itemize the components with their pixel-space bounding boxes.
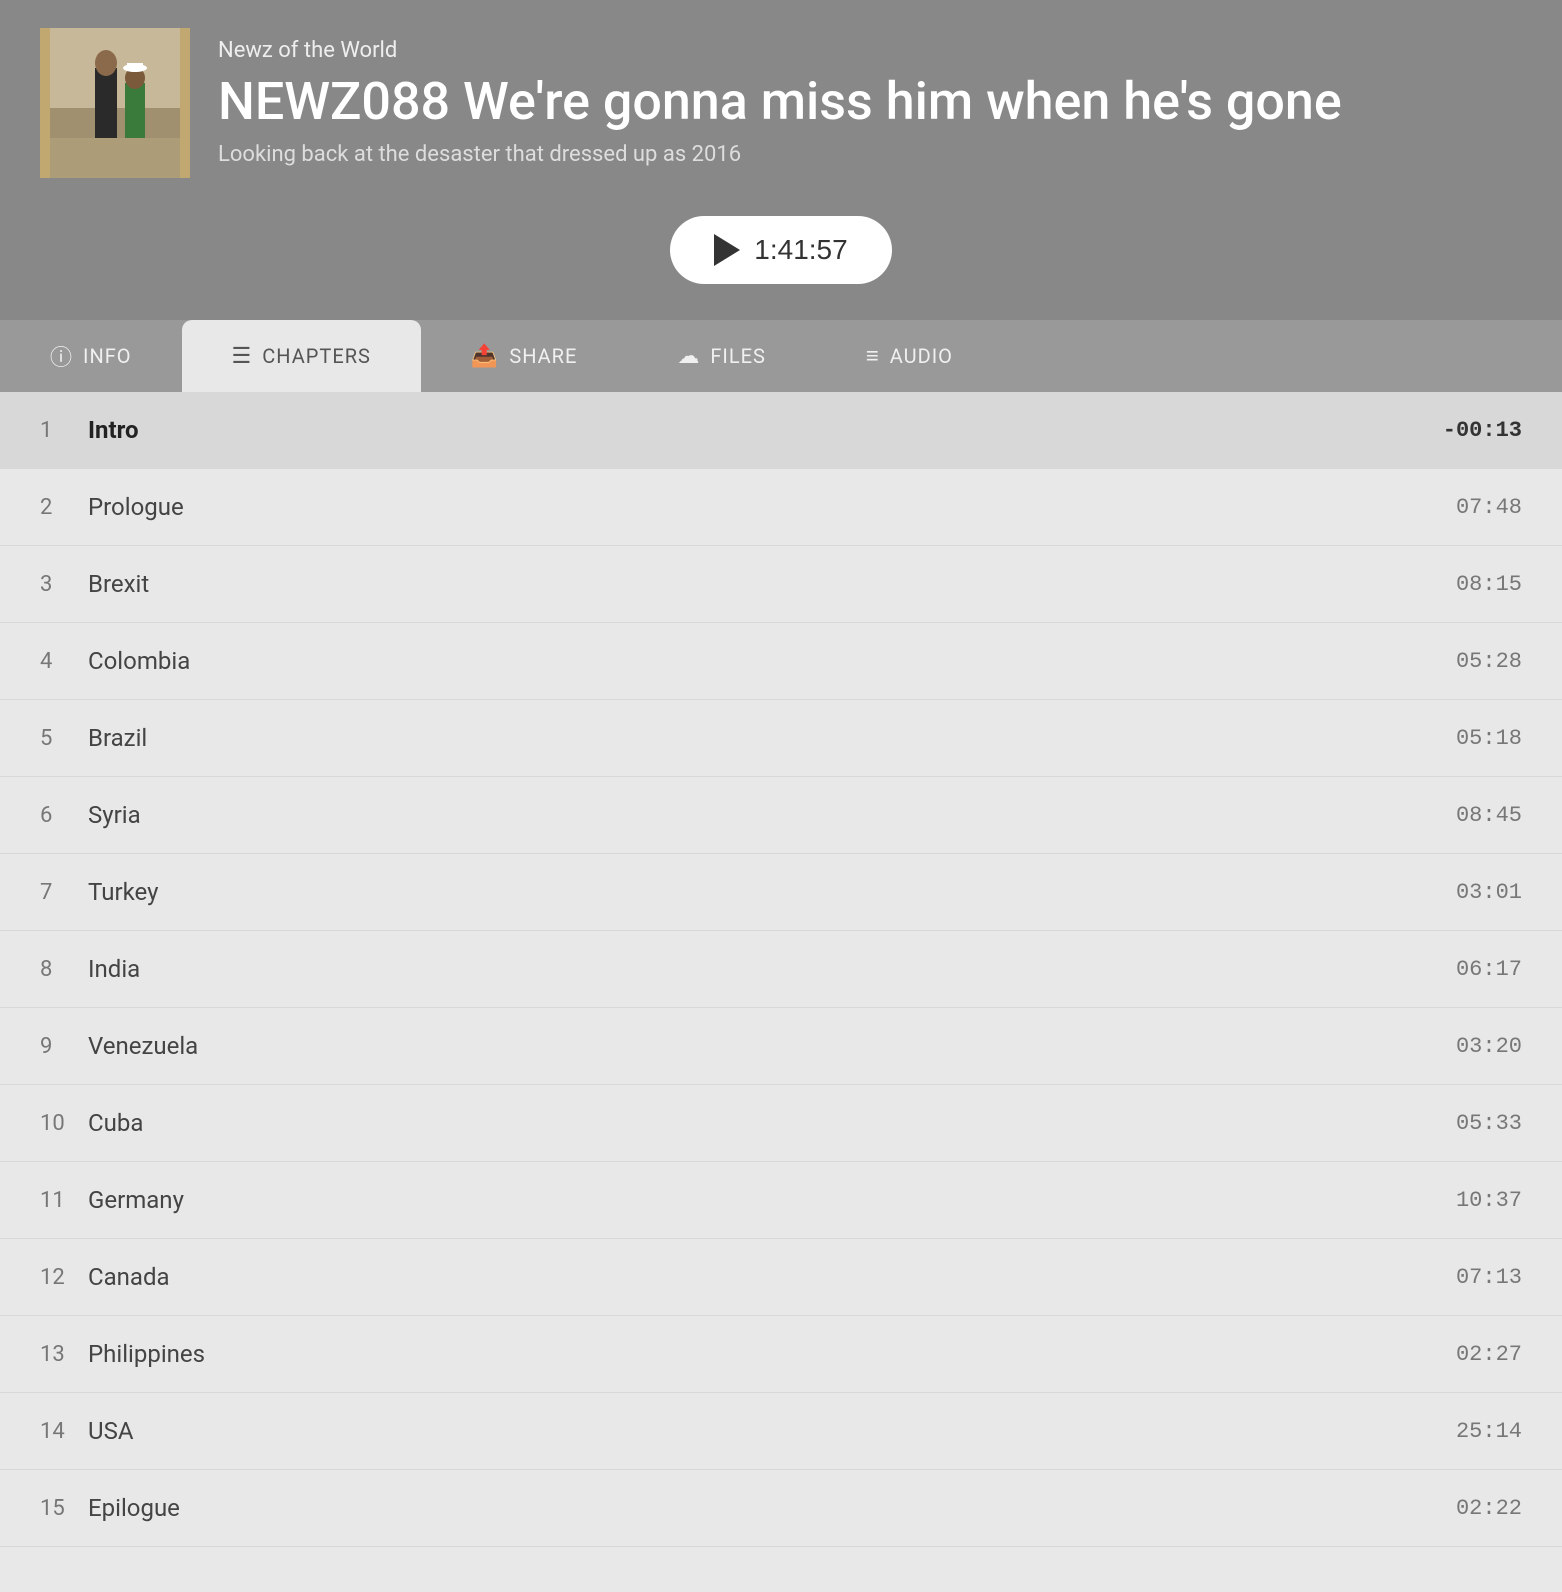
- chapter-name: Canada: [88, 1263, 1456, 1291]
- chapter-time: 08:45: [1456, 803, 1522, 828]
- tab-files[interactable]: ☁ FILES: [627, 320, 816, 392]
- chapter-time: 06:17: [1456, 957, 1522, 982]
- play-button[interactable]: 1:41:57: [670, 216, 891, 284]
- chapter-time: 08:15: [1456, 572, 1522, 597]
- chapter-time: 25:14: [1456, 1419, 1522, 1444]
- chapter-time: 07:48: [1456, 495, 1522, 520]
- podcast-show: Newz of the World: [218, 38, 1342, 63]
- chapter-name: Venezuela: [88, 1032, 1456, 1060]
- play-duration: 1:41:57: [754, 234, 847, 266]
- podcast-title: NEWZ088 We're gonna miss him when he's g…: [218, 73, 1342, 130]
- chapter-item[interactable]: 10Cuba05:33: [0, 1085, 1562, 1162]
- chapter-time: 07:13: [1456, 1265, 1522, 1290]
- tab-info[interactable]: ⓘ INFO: [0, 320, 182, 392]
- tab-chapters-label: CHAPTERS: [262, 344, 371, 368]
- chapter-name: Brexit: [88, 570, 1456, 598]
- chapter-time: 05:33: [1456, 1111, 1522, 1136]
- tab-share-label: SHARE: [509, 344, 577, 368]
- chapter-number: 3: [40, 572, 88, 597]
- chapter-item[interactable]: 7Turkey03:01: [0, 854, 1562, 931]
- chapter-item[interactable]: 6Syria08:45: [0, 777, 1562, 854]
- tabs-bar: ⓘ INFO ☰ CHAPTERS 📤 SHARE ☁ FILES ≡ AUDI…: [0, 320, 1562, 392]
- chapter-item[interactable]: 14USA25:14: [0, 1393, 1562, 1470]
- chapter-item[interactable]: 12Canada07:13: [0, 1239, 1562, 1316]
- chapter-number: 6: [40, 803, 88, 828]
- audio-icon: ≡: [866, 343, 880, 369]
- play-icon: [714, 234, 740, 266]
- chapter-name: Philippines: [88, 1340, 1456, 1368]
- chapter-item[interactable]: 5Brazil05:18: [0, 700, 1562, 777]
- tab-info-label: INFO: [83, 344, 132, 368]
- chapter-name: India: [88, 955, 1456, 983]
- podcast-thumbnail: [40, 28, 190, 178]
- chapter-time: 10:37: [1456, 1188, 1522, 1213]
- chapter-time: 02:27: [1456, 1342, 1522, 1367]
- chapter-item[interactable]: 11Germany10:37: [0, 1162, 1562, 1239]
- chapter-number: 5: [40, 726, 88, 751]
- chapter-name: Turkey: [88, 878, 1456, 906]
- header-top: Newz of the World NEWZ088 We're gonna mi…: [40, 28, 1342, 178]
- chapter-number: 4: [40, 649, 88, 674]
- chapter-name: Prologue: [88, 493, 1456, 521]
- chapter-name: Intro: [88, 416, 1443, 444]
- content-area: 1Intro-00:132Prologue07:483Brexit08:154C…: [0, 392, 1562, 1547]
- chapter-item[interactable]: 2Prologue07:48: [0, 469, 1562, 546]
- chapter-number: 2: [40, 495, 88, 520]
- chapter-number: 15: [40, 1496, 88, 1521]
- chapter-number: 10: [40, 1111, 88, 1136]
- chapter-number: 12: [40, 1265, 88, 1290]
- chapter-number: 13: [40, 1342, 88, 1367]
- chapter-name: Colombia: [88, 647, 1456, 675]
- chapter-time: 05:18: [1456, 726, 1522, 751]
- chapter-item[interactable]: 3Brexit08:15: [0, 546, 1562, 623]
- tab-audio-label: AUDIO: [890, 344, 953, 368]
- files-icon: ☁: [677, 344, 700, 369]
- tab-files-label: FILES: [710, 344, 766, 368]
- chapter-time: 03:01: [1456, 880, 1522, 905]
- podcast-subtitle: Looking back at the desaster that dresse…: [218, 142, 1342, 167]
- info-icon: ⓘ: [50, 340, 73, 372]
- chapter-item[interactable]: 9Venezuela03:20: [0, 1008, 1562, 1085]
- chapter-number: 1: [40, 418, 88, 443]
- chapter-name: Germany: [88, 1186, 1456, 1214]
- chapter-number: 9: [40, 1034, 88, 1059]
- tab-chapters[interactable]: ☰ CHAPTERS: [182, 320, 421, 392]
- chapter-item[interactable]: 4Colombia05:28: [0, 623, 1562, 700]
- share-icon: 📤: [471, 344, 499, 369]
- chapter-item[interactable]: 15Epilogue02:22: [0, 1470, 1562, 1547]
- tab-audio[interactable]: ≡ AUDIO: [816, 320, 1003, 392]
- header: Newz of the World NEWZ088 We're gonna mi…: [0, 0, 1562, 320]
- chapter-number: 7: [40, 880, 88, 905]
- chapter-name: Cuba: [88, 1109, 1456, 1137]
- chapter-time: 05:28: [1456, 649, 1522, 674]
- chapter-number: 14: [40, 1419, 88, 1444]
- tab-share[interactable]: 📤 SHARE: [421, 320, 627, 392]
- chapter-list: 1Intro-00:132Prologue07:483Brexit08:154C…: [0, 392, 1562, 1547]
- podcast-info: Newz of the World NEWZ088 We're gonna mi…: [218, 28, 1342, 167]
- chapter-name: Brazil: [88, 724, 1456, 752]
- chapter-time: 02:22: [1456, 1496, 1522, 1521]
- chapter-name: Epilogue: [88, 1494, 1456, 1522]
- chapter-number: 8: [40, 957, 88, 982]
- chapters-icon: ☰: [232, 344, 253, 369]
- play-button-container: 1:41:57: [40, 216, 1522, 284]
- chapter-item[interactable]: 13Philippines02:27: [0, 1316, 1562, 1393]
- chapter-time: -00:13: [1443, 418, 1522, 443]
- chapter-name: Syria: [88, 801, 1456, 829]
- chapter-item[interactable]: 1Intro-00:13: [0, 392, 1562, 469]
- chapter-item[interactable]: 8India06:17: [0, 931, 1562, 1008]
- chapter-time: 03:20: [1456, 1034, 1522, 1059]
- chapter-number: 11: [40, 1188, 88, 1213]
- chapter-name: USA: [88, 1417, 1456, 1445]
